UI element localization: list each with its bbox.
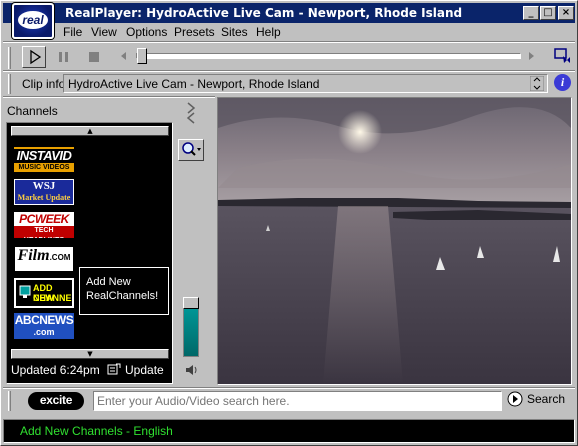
maximize-button[interactable]: □	[540, 6, 556, 20]
compact-view-icon[interactable]	[554, 47, 572, 65]
stop-button[interactable]	[82, 46, 106, 68]
film-subtext: .COM	[49, 253, 71, 262]
volume-slider-thumb[interactable]	[183, 297, 199, 309]
pause-icon	[59, 52, 68, 62]
channels-scroll-down[interactable]: ▼	[11, 349, 169, 359]
clip-info-field: HydroActive Live Cam - Newport, Rhode Is…	[63, 74, 548, 93]
menu-options[interactable]: Options	[126, 25, 167, 39]
real-logo-text: real	[18, 11, 48, 29]
collapse-channels-icon[interactable]	[185, 101, 197, 125]
search-separator	[3, 387, 575, 389]
channels-title: Channels	[7, 104, 58, 118]
menu-help[interactable]: Help	[256, 25, 281, 39]
stop-icon	[89, 52, 99, 62]
channel-abcnews[interactable]: ABCNEWS .com	[14, 313, 74, 339]
abcnews-subtext: .com	[33, 327, 55, 337]
clipinfo-grip[interactable]	[8, 74, 11, 94]
updated-time: Updated 6:24pm	[11, 363, 100, 377]
channel-pcweek[interactable]: PCWEEK TECH HEADLINES	[14, 212, 74, 238]
search-button[interactable]: Search	[507, 391, 565, 407]
close-button[interactable]: ×	[558, 6, 574, 20]
channel-wsj[interactable]: WSJ Market Update	[14, 179, 74, 205]
channels-scroll-up[interactable]: ▲	[11, 126, 169, 136]
clip-info-value: HydroActive Live Cam - Newport, Rhode Is…	[68, 77, 320, 91]
pause-button[interactable]	[52, 46, 76, 68]
menu-presets[interactable]: Presets	[174, 25, 215, 39]
menu-sites[interactable]: Sites	[221, 25, 248, 39]
clip-info-label: Clip info:	[22, 77, 69, 91]
zoom-button[interactable]	[178, 139, 204, 161]
clipinfo-separator	[3, 96, 215, 98]
magnifier-icon	[182, 142, 201, 156]
menu-separator	[3, 41, 575, 43]
update-icon	[107, 363, 121, 375]
search-input[interactable]	[93, 391, 502, 411]
instavid-subtext: MUSIC VIDEOS	[14, 163, 74, 172]
clip-info-scroll-icon[interactable]	[530, 76, 544, 91]
play-icon	[30, 49, 42, 65]
add-channels-tooltip-text: Add New RealChannels!	[86, 276, 159, 302]
status-text: Add New Channels - English	[20, 424, 173, 438]
excite-logo[interactable]: excite	[28, 392, 84, 410]
search-grip[interactable]	[8, 391, 11, 411]
abcnews-text: ABCNEWS	[14, 313, 74, 327]
pcweek-subtext: TECH HEADLINES	[14, 226, 74, 238]
real-logo: real	[12, 3, 54, 39]
channel-instavid[interactable]: INSTAVID MUSIC VIDEOS	[14, 147, 74, 173]
speaker-icon[interactable]	[184, 363, 198, 377]
channel-add-new[interactable]: ADD NEW CHANNELS	[14, 278, 74, 308]
info-icon[interactable]: i	[554, 74, 571, 91]
title-bar[interactable]: RealPlayer: HydroActive Live Cam - Newpo…	[3, 3, 575, 23]
menu-file[interactable]: File	[63, 25, 82, 39]
channels-panel: ▲ INSTAVID MUSIC VIDEOS WSJ Market Updat…	[6, 122, 173, 384]
tv-icon	[19, 285, 31, 298]
wsj-subtext: Market Update	[17, 193, 71, 202]
play-button[interactable]	[22, 46, 46, 68]
menu-view[interactable]: View	[91, 25, 117, 39]
position-slider-track[interactable]	[136, 53, 521, 59]
position-slider-thumb[interactable]	[137, 48, 147, 64]
toolbar-separator	[3, 70, 575, 72]
video-display[interactable]	[217, 97, 572, 385]
add-channels-tooltip: Add New RealChannels!	[79, 267, 169, 315]
search-go-icon	[507, 391, 523, 407]
toolbar-grip[interactable]	[8, 47, 11, 69]
update-label: Update	[125, 363, 164, 377]
status-bar: Add New Channels - English	[3, 419, 575, 443]
channel-film[interactable]: Film.COM	[14, 246, 74, 272]
wsj-text: WSJ	[32, 180, 56, 192]
minimize-button[interactable]: _	[523, 6, 539, 20]
search-button-label: Search	[527, 392, 566, 406]
add-new-subtext: CHANNELS	[33, 293, 72, 303]
pcweek-text: PCWEEK	[19, 212, 69, 226]
instavid-text: INSTAVID	[16, 148, 72, 163]
forward-arrow-icon[interactable]	[526, 51, 536, 61]
rewind-arrow-icon[interactable]	[119, 51, 129, 61]
window-title: RealPlayer: HydroActive Live Cam - Newpo…	[65, 6, 463, 20]
update-button[interactable]: Update	[107, 363, 164, 377]
film-text: Film	[17, 247, 50, 264]
realplayer-window: RealPlayer: HydroActive Live Cam - Newpo…	[0, 0, 578, 446]
harbor-live-cam-image	[218, 98, 571, 384]
